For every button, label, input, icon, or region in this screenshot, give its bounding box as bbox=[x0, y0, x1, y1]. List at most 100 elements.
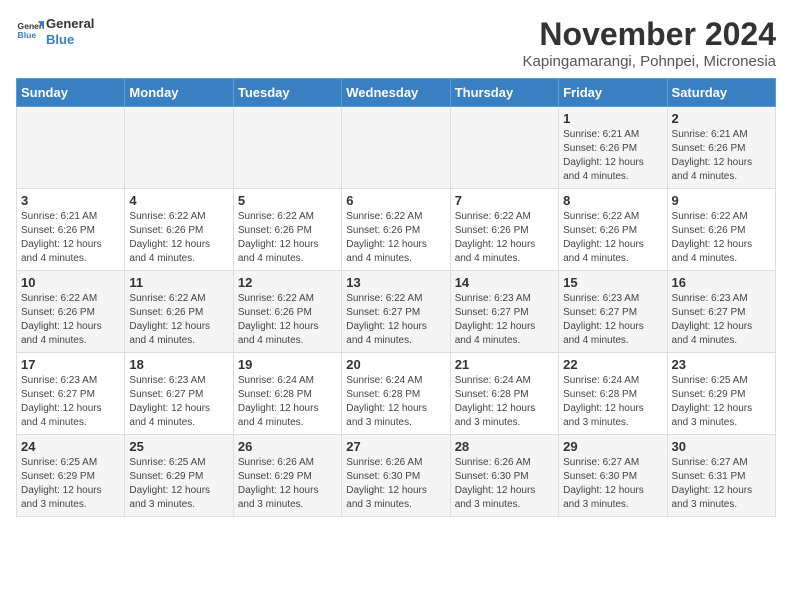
day-number: 17 bbox=[21, 357, 120, 372]
day-info: Sunrise: 6:23 AMSunset: 6:27 PMDaylight:… bbox=[21, 374, 120, 430]
day-number: 3 bbox=[21, 193, 120, 208]
calendar-cell: 10 Sunrise: 6:22 AMSunset: 6:26 PMDayligh… bbox=[17, 271, 125, 353]
calendar-cell: 29 Sunrise: 6:27 AMSunset: 6:30 PMDayligh… bbox=[559, 435, 667, 517]
calendar-cell: 20 Sunrise: 6:24 AMSunset: 6:28 PMDayligh… bbox=[342, 353, 450, 435]
weekday-header: Sunday bbox=[17, 79, 125, 107]
calendar-cell: 21Sunrise: 6:24 AMSunset: 6:28 PMDayligh… bbox=[450, 353, 558, 435]
day-info: Sunrise: 6:21 AMSunset: 6:26 PMDaylight:… bbox=[563, 128, 662, 184]
day-number: 15 bbox=[563, 275, 662, 290]
day-number: 18 bbox=[129, 357, 228, 372]
day-number: 8 bbox=[563, 193, 662, 208]
day-number: 19 bbox=[238, 357, 337, 372]
calendar-cell: 25 Sunrise: 6:25 AMSunset: 6:29 PMDayligh… bbox=[125, 435, 233, 517]
day-info: Sunrise: 6:27 AMSunset: 6:31 PMDaylight:… bbox=[672, 456, 771, 512]
calendar-cell: 24Sunrise: 6:25 AMSunset: 6:29 PMDayligh… bbox=[17, 435, 125, 517]
calendar-cell: 3 Sunrise: 6:21 AMSunset: 6:26 PMDaylight… bbox=[17, 189, 125, 271]
day-info: Sunrise: 6:22 AMSunset: 6:26 PMDaylight:… bbox=[455, 210, 554, 266]
calendar-cell bbox=[342, 107, 450, 189]
logo: General Blue General Blue bbox=[16, 16, 94, 47]
calendar-cell bbox=[233, 107, 341, 189]
day-number: 20 bbox=[346, 357, 445, 372]
day-number: 22 bbox=[563, 357, 662, 372]
svg-text:Blue: Blue bbox=[18, 30, 37, 40]
day-number: 12 bbox=[238, 275, 337, 290]
day-number: 16 bbox=[672, 275, 771, 290]
day-number: 13 bbox=[346, 275, 445, 290]
calendar-cell: 27Sunrise: 6:26 AMSunset: 6:30 PMDayligh… bbox=[342, 435, 450, 517]
calendar-cell bbox=[125, 107, 233, 189]
day-number: 29 bbox=[563, 439, 662, 454]
weekday-header: Tuesday bbox=[233, 79, 341, 107]
day-info: Sunrise: 6:22 AMSunset: 6:26 PMDaylight:… bbox=[346, 210, 445, 266]
calendar-cell: 15Sunrise: 6:23 AMSunset: 6:27 PMDayligh… bbox=[559, 271, 667, 353]
weekday-header: Saturday bbox=[667, 79, 775, 107]
day-info: Sunrise: 6:21 AMSunset: 6:26 PMDaylight:… bbox=[672, 128, 771, 184]
weekday-header: Monday bbox=[125, 79, 233, 107]
calendar-cell bbox=[450, 107, 558, 189]
day-info: Sunrise: 6:22 AMSunset: 6:26 PMDaylight:… bbox=[129, 210, 228, 266]
day-info: Sunrise: 6:22 AMSunset: 6:26 PMDaylight:… bbox=[672, 210, 771, 266]
day-info: Sunrise: 6:22 AMSunset: 6:26 PMDaylight:… bbox=[563, 210, 662, 266]
day-number: 9 bbox=[672, 193, 771, 208]
calendar-cell: 7 Sunrise: 6:22 AMSunset: 6:26 PMDaylight… bbox=[450, 189, 558, 271]
day-number: 14 bbox=[455, 275, 554, 290]
calendar-cell: 23Sunrise: 6:25 AMSunset: 6:29 PMDayligh… bbox=[667, 353, 775, 435]
calendar-cell: 12 Sunrise: 6:22 AMSunset: 6:26 PMDayligh… bbox=[233, 271, 341, 353]
day-info: Sunrise: 6:22 AMSunset: 6:27 PMDaylight:… bbox=[346, 292, 445, 348]
day-number: 21 bbox=[455, 357, 554, 372]
day-number: 25 bbox=[129, 439, 228, 454]
calendar-week-row: 24Sunrise: 6:25 AMSunset: 6:29 PMDayligh… bbox=[17, 435, 776, 517]
day-info: Sunrise: 6:22 AMSunset: 6:26 PMDaylight:… bbox=[129, 292, 228, 348]
day-number: 7 bbox=[455, 193, 554, 208]
day-number: 26 bbox=[238, 439, 337, 454]
calendar-cell: 9 Sunrise: 6:22 AMSunset: 6:26 PMDaylight… bbox=[667, 189, 775, 271]
day-number: 23 bbox=[672, 357, 771, 372]
day-info: Sunrise: 6:27 AMSunset: 6:30 PMDaylight:… bbox=[563, 456, 662, 512]
day-info: Sunrise: 6:24 AMSunset: 6:28 PMDaylight:… bbox=[346, 374, 445, 430]
calendar-cell: 16 Sunrise: 6:23 AMSunset: 6:27 PMDayligh… bbox=[667, 271, 775, 353]
calendar-week-row: 1 Sunrise: 6:21 AMSunset: 6:26 PMDaylight… bbox=[17, 107, 776, 189]
day-info: Sunrise: 6:23 AMSunset: 6:27 PMDaylight:… bbox=[129, 374, 228, 430]
logo-icon: General Blue bbox=[16, 18, 44, 46]
day-info: Sunrise: 6:21 AMSunset: 6:26 PMDaylight:… bbox=[21, 210, 120, 266]
day-info: Sunrise: 6:22 AMSunset: 6:26 PMDaylight:… bbox=[238, 292, 337, 348]
calendar-cell: 6Sunrise: 6:22 AMSunset: 6:26 PMDaylight… bbox=[342, 189, 450, 271]
day-info: Sunrise: 6:25 AMSunset: 6:29 PMDaylight:… bbox=[21, 456, 120, 512]
day-number: 30 bbox=[672, 439, 771, 454]
calendar-table: SundayMondayTuesdayWednesdayThursdayFrid… bbox=[16, 78, 776, 517]
calendar-cell: 5Sunrise: 6:22 AMSunset: 6:26 PMDaylight… bbox=[233, 189, 341, 271]
day-number: 2 bbox=[672, 111, 771, 126]
calendar-cell: 17 Sunrise: 6:23 AMSunset: 6:27 PMDayligh… bbox=[17, 353, 125, 435]
page-header: General Blue General Blue November 2024 … bbox=[16, 16, 776, 70]
day-number: 28 bbox=[455, 439, 554, 454]
day-number: 11 bbox=[129, 275, 228, 290]
calendar-cell: 8 Sunrise: 6:22 AMSunset: 6:26 PMDaylight… bbox=[559, 189, 667, 271]
calendar-cell: 19 Sunrise: 6:24 AMSunset: 6:28 PMDayligh… bbox=[233, 353, 341, 435]
day-number: 1 bbox=[563, 111, 662, 126]
title-block: November 2024 Kapingamarangi, Pohnpei, M… bbox=[523, 16, 776, 70]
calendar-cell: 2 Sunrise: 6:21 AMSunset: 6:26 PMDaylight… bbox=[667, 107, 775, 189]
calendar-week-row: 17 Sunrise: 6:23 AMSunset: 6:27 PMDayligh… bbox=[17, 353, 776, 435]
day-info: Sunrise: 6:23 AMSunset: 6:27 PMDaylight:… bbox=[672, 292, 771, 348]
weekday-header: Thursday bbox=[450, 79, 558, 107]
calendar-cell: 26Sunrise: 6:26 AMSunset: 6:29 PMDayligh… bbox=[233, 435, 341, 517]
calendar-cell bbox=[17, 107, 125, 189]
calendar-header-row: SundayMondayTuesdayWednesdayThursdayFrid… bbox=[17, 79, 776, 107]
month-title: November 2024 bbox=[523, 16, 776, 53]
day-info: Sunrise: 6:24 AMSunset: 6:28 PMDaylight:… bbox=[238, 374, 337, 430]
calendar-week-row: 3 Sunrise: 6:21 AMSunset: 6:26 PMDaylight… bbox=[17, 189, 776, 271]
calendar-cell: 13 Sunrise: 6:22 AMSunset: 6:27 PMDayligh… bbox=[342, 271, 450, 353]
day-info: Sunrise: 6:22 AMSunset: 6:26 PMDaylight:… bbox=[21, 292, 120, 348]
calendar-cell: 30 Sunrise: 6:27 AMSunset: 6:31 PMDayligh… bbox=[667, 435, 775, 517]
weekday-header: Wednesday bbox=[342, 79, 450, 107]
calendar-cell: 18 Sunrise: 6:23 AMSunset: 6:27 PMDayligh… bbox=[125, 353, 233, 435]
calendar-week-row: 10 Sunrise: 6:22 AMSunset: 6:26 PMDayligh… bbox=[17, 271, 776, 353]
weekday-header: Friday bbox=[559, 79, 667, 107]
calendar-cell: 28Sunrise: 6:26 AMSunset: 6:30 PMDayligh… bbox=[450, 435, 558, 517]
calendar-cell: 4 Sunrise: 6:22 AMSunset: 6:26 PMDaylight… bbox=[125, 189, 233, 271]
calendar-cell: 11 Sunrise: 6:22 AMSunset: 6:26 PMDayligh… bbox=[125, 271, 233, 353]
day-info: Sunrise: 6:25 AMSunset: 6:29 PMDaylight:… bbox=[129, 456, 228, 512]
calendar-cell: 22Sunrise: 6:24 AMSunset: 6:28 PMDayligh… bbox=[559, 353, 667, 435]
day-number: 4 bbox=[129, 193, 228, 208]
day-number: 10 bbox=[21, 275, 120, 290]
